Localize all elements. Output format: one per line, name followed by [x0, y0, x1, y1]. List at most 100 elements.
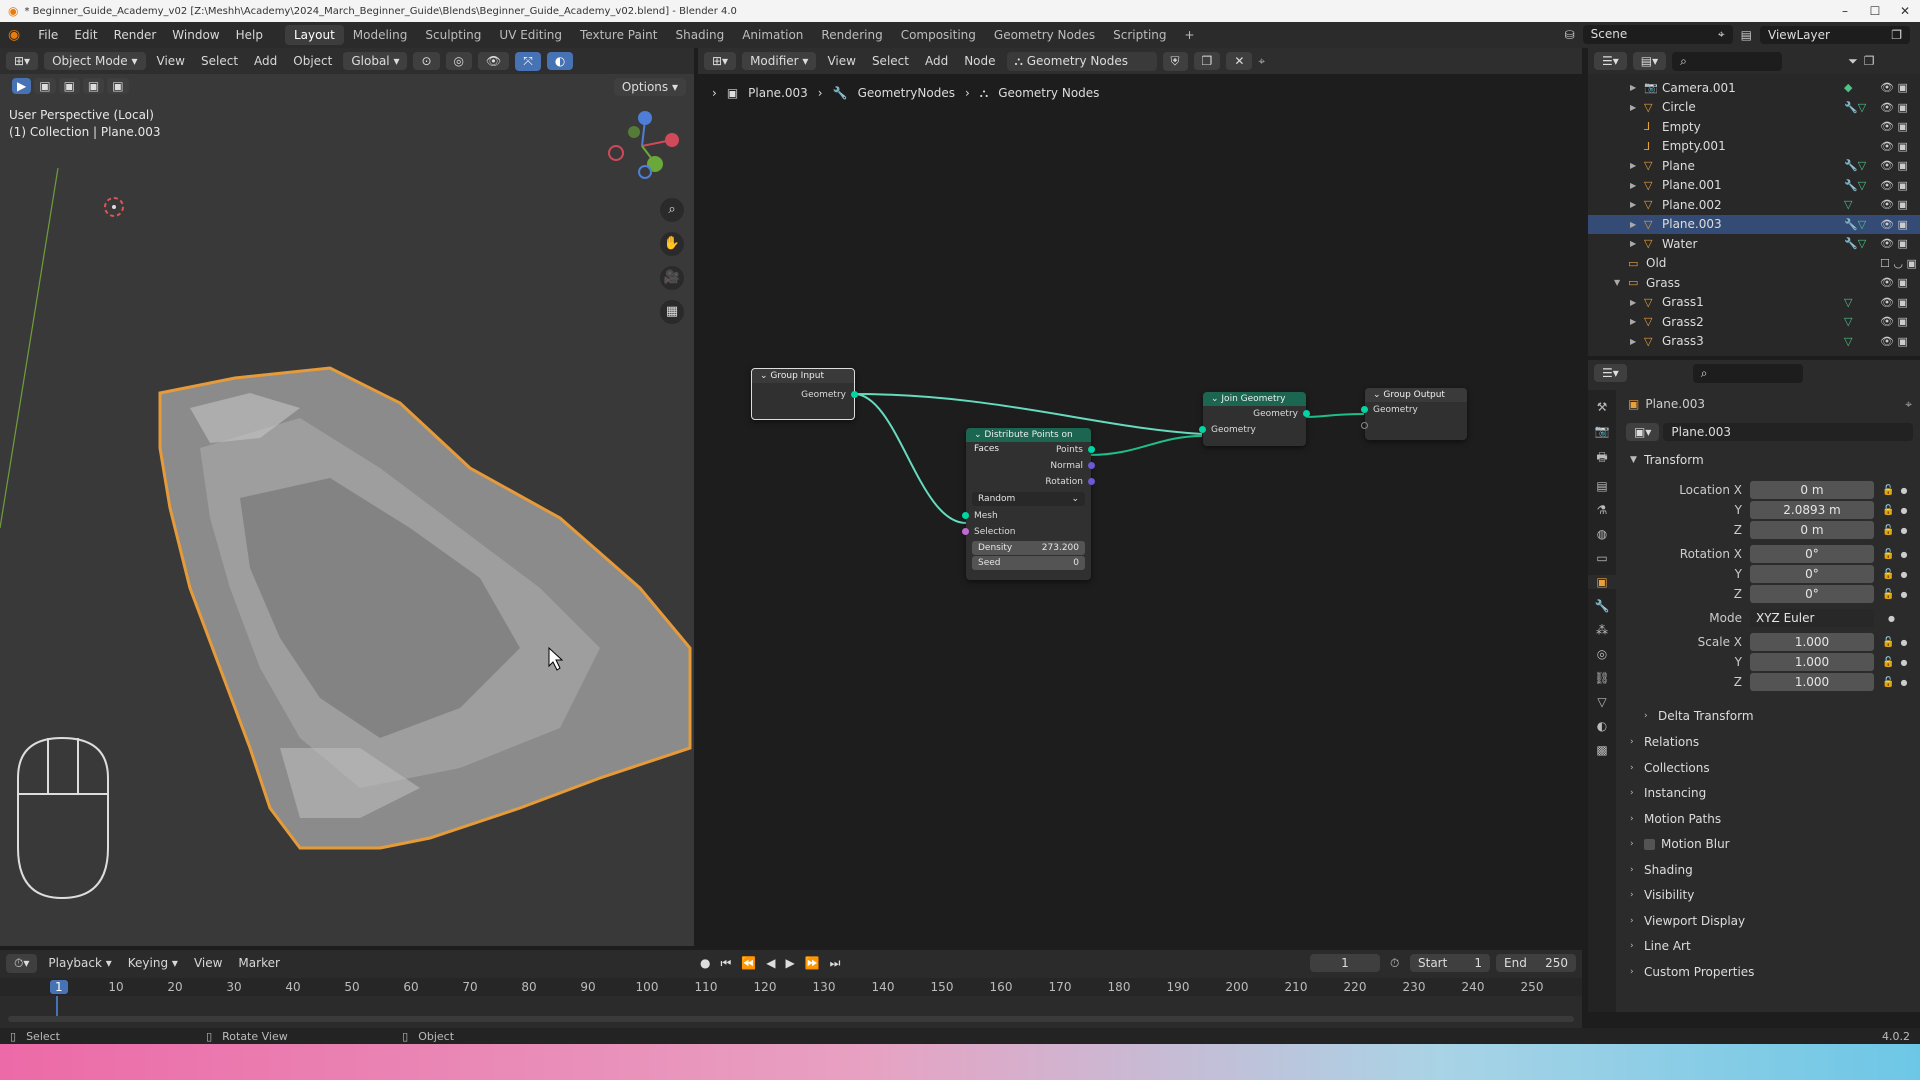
tab-layout[interactable]: Layout: [284, 25, 344, 45]
outliner-type-button[interactable]: ☰▾: [1594, 52, 1627, 70]
eye-camera-icon[interactable]: ☐ ◡ ▣: [1880, 257, 1920, 270]
playback-menu[interactable]: Playback ▾: [43, 956, 116, 970]
seed-field[interactable]: Seed 0: [972, 556, 1085, 570]
section-header[interactable]: › Line Art: [1622, 936, 1920, 956]
jump-end-icon[interactable]: ⏭: [830, 956, 841, 971]
keyframe-dot-icon[interactable]: ●: [1900, 486, 1907, 495]
add-workspace-button[interactable]: +: [1176, 25, 1204, 45]
outliner-item[interactable]: ▶ ▽ Plane.003 🔧▽ 👁 ▣: [1588, 214, 1920, 234]
timeline-type-button[interactable]: ⏱▾: [6, 953, 38, 973]
outliner-item[interactable]: ▼ ▭ Grass 👁 ▣: [1588, 273, 1920, 292]
section-header[interactable]: › Viewport Display: [1622, 911, 1920, 931]
menu-file[interactable]: File: [30, 28, 66, 42]
transform-value-field[interactable]: 0 m: [1750, 521, 1874, 539]
tab-uv-editing[interactable]: UV Editing: [490, 25, 571, 45]
frame-ruler[interactable]: 1 10 20 30 40 50 60 70 80 90 100 110 120 130 140 150 160…: [0, 978, 1582, 996]
transform-value-field[interactable]: 1.000: [1750, 673, 1874, 691]
motion-blur-checkbox[interactable]: [1644, 838, 1655, 850]
play-reverse-icon[interactable]: ◀: [766, 956, 775, 971]
density-field[interactable]: Density 273.200: [972, 541, 1085, 555]
lock-icon[interactable]: 🔓: [1882, 677, 1894, 688]
modifier-data-icons[interactable]: ◆: [1844, 81, 1880, 94]
keyframe-dot-icon[interactable]: ●: [1900, 658, 1907, 667]
tab-sculpting[interactable]: Sculpting: [416, 25, 490, 45]
expand-arrow-icon[interactable]: ▼: [1614, 278, 1628, 287]
section-header[interactable]: › Collections: [1622, 758, 1920, 778]
menu-window[interactable]: Window: [164, 28, 227, 42]
texture-tab-icon[interactable]: ▩: [1596, 743, 1607, 757]
modifier-data-icons[interactable]: 🔧▽: [1844, 101, 1880, 114]
modifier-data-icons[interactable]: 🔧▽: [1844, 237, 1880, 250]
material-tab-icon[interactable]: ◐: [1597, 719, 1607, 733]
mesh-socket[interactable]: [962, 512, 969, 519]
prev-keyframe-icon[interactable]: ⏪: [741, 956, 756, 971]
expand-arrow-icon[interactable]: ▶: [1630, 298, 1644, 307]
eye-camera-icon[interactable]: 👁 ▣: [1880, 315, 1920, 328]
menu-help[interactable]: Help: [228, 28, 271, 42]
lock-icon[interactable]: 🔓: [1882, 485, 1894, 496]
data-tab-icon[interactable]: ▽: [1597, 695, 1606, 709]
section-header[interactable]: › Instancing: [1622, 783, 1920, 803]
keyframe-dot-icon[interactable]: ●: [1900, 678, 1907, 687]
modifier-data-icons[interactable]: 🔧▽: [1844, 218, 1880, 231]
transform-value-field[interactable]: 0 m: [1750, 481, 1874, 499]
tab-rendering[interactable]: Rendering: [812, 25, 891, 45]
start-frame-field[interactable]: Start 1: [1410, 954, 1490, 972]
outliner-item[interactable]: ▭ Old ☐ ◡ ▣: [1588, 254, 1920, 273]
object-browse-button[interactable]: ▣▾: [1626, 423, 1660, 441]
collection-tab-icon[interactable]: ▭: [1596, 551, 1607, 565]
tab-texture-paint[interactable]: Texture Paint: [571, 25, 666, 45]
lock-icon[interactable]: 🔓: [1882, 549, 1894, 560]
expand-arrow-icon[interactable]: ▶: [1630, 239, 1644, 248]
zoom-icon[interactable]: ⌕: [660, 198, 684, 222]
eye-camera-icon[interactable]: 👁 ▣: [1880, 237, 1920, 250]
outliner-item[interactable]: ▶ ▽ Plane.002 ▽ 👁 ▣: [1588, 195, 1920, 214]
expand-arrow-icon[interactable]: ▶: [1630, 161, 1644, 170]
rotation-socket[interactable]: [1088, 478, 1095, 485]
expand-arrow-icon[interactable]: ▶: [1630, 83, 1644, 92]
distribute-method-select[interactable]: Random ⌄: [972, 492, 1085, 506]
new-collection-icon[interactable]: ❐: [1864, 54, 1875, 68]
node-editor[interactable]: ⊞▾ Modifier ▾ View Select Add Node ⛬ Geo…: [698, 48, 1582, 946]
section-header[interactable]: › Custom Properties: [1622, 962, 1920, 982]
selection-socket[interactable]: [962, 528, 969, 535]
expand-arrow-icon[interactable]: ▶: [1630, 181, 1644, 190]
outliner-item[interactable]: ⅃ Empty 👁 ▣: [1588, 117, 1920, 136]
object-tab-icon[interactable]: ▣: [1588, 575, 1616, 589]
blender-menu-icon[interactable]: ◉: [8, 27, 20, 43]
view-layer-tab-icon[interactable]: ▤: [1596, 479, 1607, 493]
outliner-item[interactable]: ⅃ Empty.001 👁 ▣: [1588, 137, 1920, 156]
pin-icon[interactable]: ⌖: [1905, 397, 1912, 412]
eye-camera-icon[interactable]: 👁 ▣: [1880, 198, 1920, 211]
group-input-node[interactable]: ⌄ Group Input Geometry: [751, 368, 858, 420]
points-socket[interactable]: [1088, 446, 1095, 453]
maximize-button[interactable]: ☐: [1860, 0, 1890, 22]
timeline-view-menu[interactable]: View: [189, 956, 227, 970]
camera-view-icon[interactable]: 🎥: [660, 266, 684, 290]
keyframe-dot-icon[interactable]: ●: [1900, 590, 1907, 599]
geometry-socket[interactable]: [851, 391, 858, 398]
timeline-scrollbar[interactable]: [8, 1016, 1574, 1022]
modifier-data-icons[interactable]: ▽: [1844, 198, 1880, 211]
menu-edit[interactable]: Edit: [66, 28, 105, 42]
group-output-socket[interactable]: [1361, 406, 1368, 413]
record-icon[interactable]: ●: [700, 956, 710, 971]
copy-icon[interactable]: ❐: [1891, 28, 1902, 42]
modifier-tab-icon[interactable]: 🔧: [1595, 599, 1610, 613]
lock-icon[interactable]: 🔓: [1882, 505, 1894, 516]
outliner-item[interactable]: ▶ ▽ Grass3 ▽ 👁 ▣: [1588, 332, 1920, 351]
keyframe-dot-icon[interactable]: ●: [1888, 614, 1895, 623]
outliner-item[interactable]: ▶ 📷 Camera.001 ◆ 👁 ▣: [1588, 78, 1920, 97]
keyframe-dot-icon[interactable]: ●: [1900, 550, 1907, 559]
section-header[interactable]: › Shading: [1622, 860, 1920, 880]
output-tab-icon[interactable]: 🖶: [1596, 448, 1607, 469]
properties-editor[interactable]: ☰▾ ⌕ ⚒ 📷 🖶 ▤ ⚗ ◍ ▭ ▣ 🔧 ⁂ ◎ ⛓ ▽ ◐ ▩ ▣ Pla…: [1588, 360, 1920, 1012]
view-layer-field[interactable]: ViewLayer ❐: [1760, 25, 1910, 44]
current-frame-marker[interactable]: 1: [50, 980, 68, 994]
scene-tab-icon[interactable]: ⚗: [1597, 503, 1608, 517]
join-geometry-node[interactable]: ⌄ Join Geometry Geometry Geometry: [1199, 392, 1310, 446]
particles-tab-icon[interactable]: ⁂: [1596, 623, 1608, 637]
minimize-button[interactable]: –: [1830, 0, 1860, 22]
current-frame-field[interactable]: 1: [1310, 954, 1380, 972]
section-header[interactable]: › Motion Paths: [1622, 809, 1920, 829]
